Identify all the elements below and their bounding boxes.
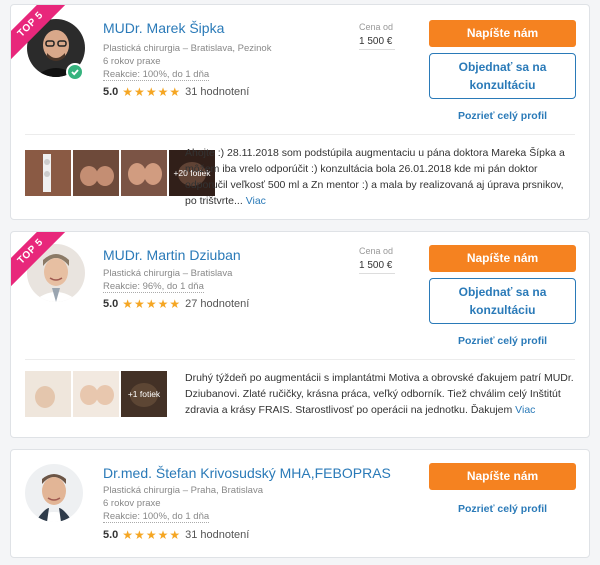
write-us-button[interactable]: Napíšte nám — [429, 20, 576, 47]
stars-icon: ★★★★★ — [122, 528, 182, 542]
rating-score: 5.0 — [103, 529, 119, 541]
review-more-link[interactable]: Viac — [515, 404, 535, 416]
view-profile-link[interactable]: Pozrieť celý profil — [429, 110, 576, 122]
verified-check-icon — [66, 63, 84, 81]
price-value: 1 500 € — [359, 260, 395, 274]
view-profile-link[interactable]: Pozrieť celý profil — [429, 503, 576, 515]
rating-score: 5.0 — [103, 86, 119, 98]
reviews-count-link[interactable]: 31 hodnotení — [185, 529, 249, 541]
book-consultation-button[interactable]: Objednať sa na konzultáciu — [429, 278, 576, 324]
doctor-card: TOP 5 MUDr. Marek Šipka Plastická chirur… — [10, 4, 590, 220]
gallery-photo-more[interactable]: +1 fotiek — [121, 371, 167, 417]
rating: 5.0 ★★★★★ 31 hodnotení — [103, 85, 249, 99]
stars-icon: ★★★★★ — [122, 85, 182, 99]
specialty-location: Plastická chirurgia – Praha, Bratislava — [103, 485, 263, 496]
doctor-name-link[interactable]: Dr.med. Štefan Krivosudský MHA,FEBOPRAS — [103, 465, 391, 481]
reaction-rate: Reakcie: 100%, do 1 dňa — [103, 69, 210, 81]
gallery-photo[interactable] — [25, 371, 71, 417]
stars-icon: ★★★★★ — [122, 297, 182, 311]
price: Cena od 1 500 € — [359, 246, 395, 274]
gallery-photo[interactable] — [25, 150, 71, 196]
doctor-name-link[interactable]: MUDr. Martin Dziuban — [103, 247, 241, 263]
price: Cena od 1 500 € — [359, 22, 395, 50]
review-text: Druhý týždeň po augmentácii s implantátm… — [185, 372, 574, 416]
doctor-card: Dr.med. Štefan Krivosudský MHA,FEBOPRAS … — [10, 449, 590, 558]
experience: 6 rokov praxe — [103, 56, 161, 67]
more-photos-label: +1 fotiek — [121, 371, 167, 417]
specialty-location: Plastická chirurgia – Bratislava — [103, 268, 233, 279]
rating: 5.0 ★★★★★ 27 hodnotení — [103, 297, 249, 311]
avatar[interactable] — [25, 464, 83, 522]
divider — [25, 359, 575, 360]
review-more-link[interactable]: Viac — [246, 195, 266, 207]
gallery-photo[interactable] — [73, 150, 119, 196]
reaction-rate: Reakcie: 96%, do 1 dňa — [103, 281, 204, 293]
reviews-count-link[interactable]: 31 hodnotení — [185, 86, 249, 98]
photo-gallery[interactable]: +1 fotiek — [25, 371, 167, 417]
doctor-name-link[interactable]: MUDr. Marek Šipka — [103, 20, 224, 36]
review-text: Ahojte :) 28.11.2018 som podstúpila augm… — [185, 147, 565, 207]
view-profile-link[interactable]: Pozrieť celý profil — [429, 335, 576, 347]
book-consultation-button[interactable]: Objednať sa na konzultáciu — [429, 53, 576, 99]
reviews-count-link[interactable]: 27 hodnotení — [185, 298, 249, 310]
price-value: 1 500 € — [359, 36, 395, 50]
write-us-button[interactable]: Napíšte nám — [429, 463, 576, 490]
reaction-rate: Reakcie: 100%, do 1 dňa — [103, 511, 210, 523]
divider — [25, 134, 575, 135]
doctor-card: TOP 5 MUDr. Martin Dziuban Plastická chi… — [10, 231, 590, 438]
price-label: Cena od — [359, 246, 394, 256]
rating: 5.0 ★★★★★ 31 hodnotení — [103, 528, 249, 542]
price-label: Cena od — [359, 22, 394, 32]
experience: 6 rokov praxe — [103, 498, 161, 509]
specialty-location: Plastická chirurgia – Bratislava, Pezino… — [103, 43, 272, 54]
rating-score: 5.0 — [103, 298, 119, 310]
gallery-photo[interactable] — [121, 150, 167, 196]
write-us-button[interactable]: Napíšte nám — [429, 245, 576, 272]
gallery-photo[interactable] — [73, 371, 119, 417]
